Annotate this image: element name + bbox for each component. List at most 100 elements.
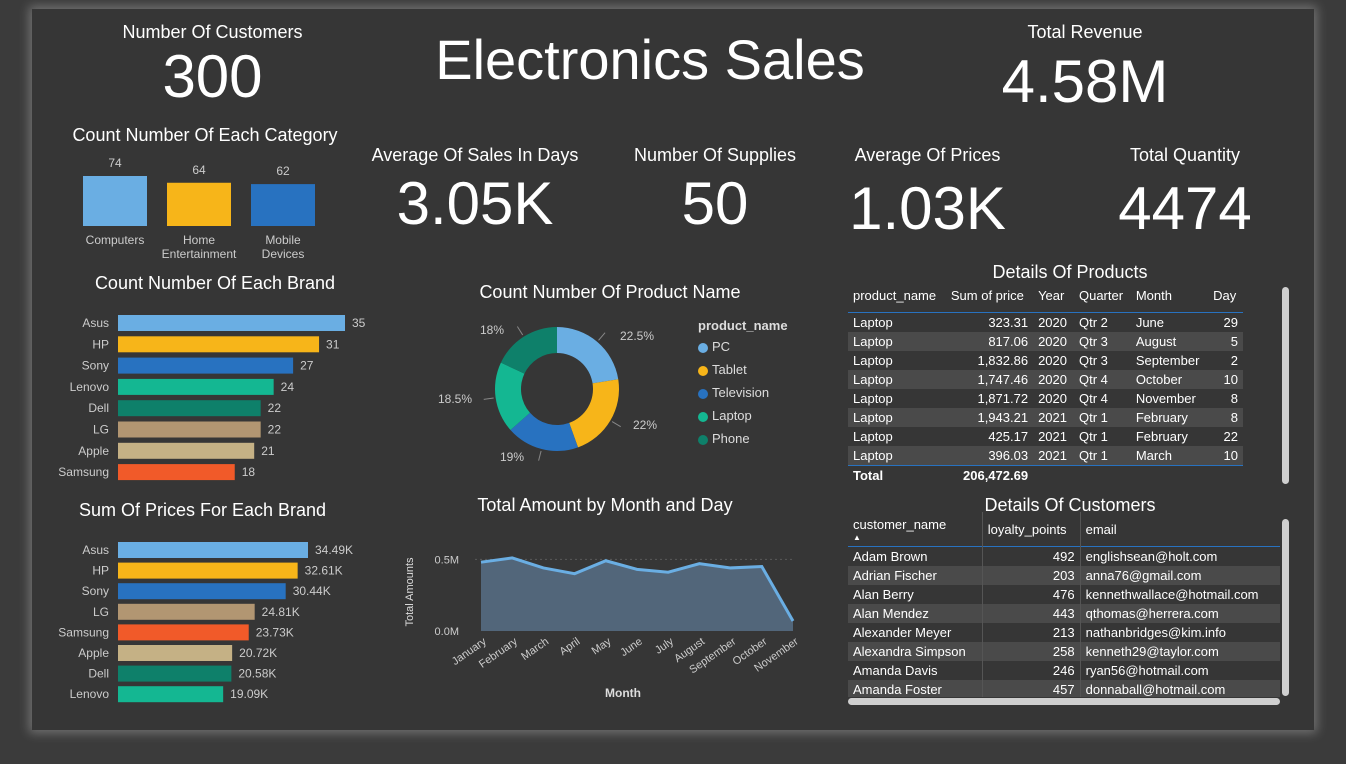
legend-item[interactable]: Phone xyxy=(698,431,788,446)
category-chart[interactable]: 74 Computers 64 HomeEntertainment 62 MobileDe… xyxy=(40,148,360,270)
brand-count-value-label: 22 xyxy=(268,423,282,437)
products-scrollbar[interactable] xyxy=(1282,287,1289,484)
donut-leader-line xyxy=(611,421,621,428)
legend-label: Phone xyxy=(712,431,750,446)
table-cell: kennethwallace@hotmail.com xyxy=(1085,587,1259,602)
brand-prices-tick-label: Apple xyxy=(78,646,109,660)
kpi-avg-prices-label: Average Of Prices xyxy=(854,145,1001,165)
brand-prices-value-label: 24.81K xyxy=(262,605,300,619)
brand-prices-bar xyxy=(118,686,224,703)
table-cell: September xyxy=(1135,353,1200,368)
brand-prices-chart[interactable]: Asus 34.49K HP 32.61K Sony 30.44K LG 24.81K Sams… xyxy=(40,532,380,707)
legend-item[interactable]: Tablet xyxy=(698,362,788,377)
kpi-revenue-label: Total Revenue xyxy=(1027,22,1143,42)
customers-table[interactable]: customer_name ▲ loyalty_points email Adam B… xyxy=(848,512,1280,697)
table-cell: Qtr 1 xyxy=(1078,410,1108,425)
kpi-revenue-card[interactable]: Total Revenue 4.58M xyxy=(960,22,1210,112)
sort-ascending-icon[interactable]: ▲ xyxy=(853,533,977,542)
kpi-quantity-label: Total Quantity xyxy=(1129,145,1241,165)
kpi-customers-card[interactable]: Number Of Customers 300 xyxy=(80,22,345,107)
products-table[interactable]: product_name Sum of price Year Quarter Month… xyxy=(848,278,1243,485)
table-row[interactable]: Laptop 1,871.72 2020 Qtr 4 November 8 xyxy=(848,389,1243,408)
kpi-supplies-card[interactable]: Number Of Supplies 50 xyxy=(615,145,815,234)
table-cell: October xyxy=(1135,372,1183,387)
y-axis-label: Total Amounts xyxy=(404,557,416,627)
brand-prices-value-label: 20.58K xyxy=(238,667,276,681)
table-cell: Qtr 4 xyxy=(1078,391,1108,406)
table-cell: Laptop xyxy=(853,372,893,387)
brand-prices-bar xyxy=(118,665,232,682)
table-total-row: Total 206,472.69 xyxy=(848,465,1243,486)
kpi-avg-sales-card[interactable]: Average Of Sales In Days 3.05K xyxy=(355,145,595,234)
kpi-customers-label: Number Of Customers xyxy=(122,22,303,42)
table-row[interactable]: Alan Mendez 443 qthomas@herrera.com xyxy=(848,604,1280,623)
column-header[interactable]: product_name xyxy=(848,278,946,313)
table-row[interactable]: Laptop 425.17 2021 Qtr 1 February 22 xyxy=(848,427,1243,446)
legend-item[interactable]: Laptop xyxy=(698,408,788,423)
product-name-donut-chart[interactable]: 22.5% 22% 19% 18.5% 18% xyxy=(420,310,680,480)
legend-marker xyxy=(698,411,708,422)
table-cell: 8 xyxy=(1230,391,1238,406)
table-row[interactable]: Alexander Meyer 213 nathanbridges@kim.info xyxy=(848,623,1280,642)
column-header[interactable]: email xyxy=(1080,512,1280,547)
table-row[interactable]: Laptop 323.31 2020 Qtr 2 June 29 xyxy=(848,312,1243,332)
table-cell: 1,747.46 xyxy=(977,372,1029,387)
amount-area-chart[interactable]: 0.5M0.0MTotal AmountsJanuaryFebruary Marc… xyxy=(395,525,815,705)
table-row[interactable]: Adam Brown 492 englishsean@holt.com xyxy=(848,546,1280,566)
brand-prices-value-label: 23.73K xyxy=(256,625,294,639)
column-header[interactable]: loyalty_points xyxy=(982,512,1081,547)
table-cell: Alan Mendez xyxy=(848,604,983,623)
brand-count-tick-label: Apple xyxy=(78,444,109,458)
customers-hscrollbar[interactable] xyxy=(848,698,1280,705)
table-row[interactable]: Alan Berry 476 kennethwallace@hotmail.com xyxy=(848,585,1280,604)
table-row[interactable]: Laptop 1,832.86 2020 Qtr 3 September 2 xyxy=(848,351,1243,370)
x-tick-label: June xyxy=(618,636,644,660)
table-cell xyxy=(1033,466,1074,486)
donut-slice-tablet xyxy=(569,379,619,448)
brand-prices-chart-title: Sum Of Prices For Each Brand xyxy=(78,500,327,520)
column-header[interactable]: Day xyxy=(1208,278,1243,313)
table-cell: Qtr 3 xyxy=(1078,353,1108,368)
brand-count-chart[interactable]: Asus 35 HP 31 Sony 27 Lenovo 24 Dell 22 LG 22 Apple 2… xyxy=(40,305,380,485)
column-header[interactable]: Sum of price xyxy=(946,278,1033,313)
kpi-avg-prices-card[interactable]: Average Of Prices 1.03K xyxy=(815,145,1040,239)
table-row[interactable]: Amanda Foster 457 donnaball@hotmail.com xyxy=(848,680,1280,697)
brand-count-value-label: 24 xyxy=(281,380,295,394)
table-cell xyxy=(1074,466,1131,486)
brand-prices-bar xyxy=(118,542,308,558)
table-cell: 2020 xyxy=(1038,315,1067,330)
table-row[interactable]: Laptop 396.03 2021 Qtr 1 March 10 xyxy=(848,446,1243,466)
donut-slice-pc xyxy=(557,327,619,384)
legend-item[interactable]: Television xyxy=(698,385,788,400)
brand-count-tick-label: HP xyxy=(92,337,109,351)
brand-prices-bar xyxy=(118,603,255,620)
table-row[interactable]: Laptop 817.06 2020 Qtr 3 August 5 xyxy=(848,332,1243,351)
table-row[interactable]: Amanda Davis 246 ryan56@hotmail.com xyxy=(848,661,1280,680)
brand-prices-tick-label: Lenovo xyxy=(70,687,110,701)
category-bar xyxy=(167,182,231,226)
column-header[interactable]: Month xyxy=(1131,278,1208,313)
donut-data-label: 19% xyxy=(500,450,524,464)
table-cell: 246 xyxy=(982,661,1081,680)
table-row[interactable]: Laptop 1,747.46 2020 Qtr 4 October 10 xyxy=(848,370,1243,389)
customers-vscrollbar[interactable] xyxy=(1282,519,1289,696)
table-cell: 203 xyxy=(982,566,1081,585)
column-header[interactable]: Year xyxy=(1033,278,1074,313)
table-cell: Amanda Davis xyxy=(848,661,983,680)
kpi-quantity-card[interactable]: Total Quantity 4474 xyxy=(1085,145,1285,239)
table-header-row: customer_name ▲ loyalty_points email xyxy=(848,512,1280,547)
y-tick-label: 0.5M xyxy=(435,554,459,566)
table-row[interactable]: Laptop 1,943.21 2021 Qtr 1 February 8 xyxy=(848,408,1243,427)
brand-count-value-label: 31 xyxy=(326,337,340,351)
legend-item[interactable]: PC xyxy=(698,339,788,354)
column-header[interactable]: Quarter xyxy=(1074,278,1131,313)
table-cell xyxy=(1131,466,1208,486)
brand-count-tick-label: LG xyxy=(93,423,109,437)
table-row[interactable]: Adrian Fischer 203 anna76@gmail.com xyxy=(848,566,1280,585)
table-cell: Qtr 1 xyxy=(1078,448,1108,463)
brand-count-tick-label: Samsung xyxy=(58,465,109,479)
table-cell: November xyxy=(1135,391,1196,406)
category-value-label: 64 xyxy=(192,163,206,177)
table-row[interactable]: Alexandra Simpson 258 kenneth29@taylor.com xyxy=(848,642,1280,661)
column-header[interactable]: customer_name ▲ xyxy=(848,512,983,547)
